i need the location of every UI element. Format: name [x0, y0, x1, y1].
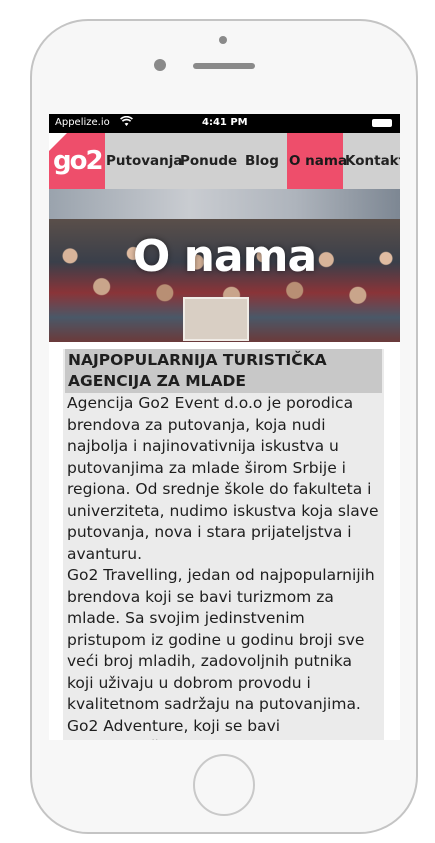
article-content: NAJPOPULARNIJA TURISTIČKA AGENCIJA ZA ML… [63, 349, 384, 740]
hero-title: O nama [132, 231, 317, 282]
article-heading: NAJPOPULARNIJA TURISTIČKA AGENCIJA ZA ML… [65, 349, 382, 393]
status-bar: Appelize.io 4:41 PM [49, 114, 400, 133]
front-camera [219, 36, 227, 44]
nav-item-ponude[interactable]: Ponude [180, 133, 237, 189]
article-paragraph: Go2 Travelling, jedan od najpopularnijih… [67, 566, 375, 713]
article-paragraph: Agencija Go2 Event d.o.o je porodica bre… [67, 394, 379, 563]
phone-screen: Appelize.io 4:41 PM go2 Putovanja Ponude… [49, 114, 400, 740]
logo-text: go2 [53, 146, 104, 176]
nav-item-kontakt[interactable]: Kontakt [345, 133, 400, 189]
nav-item-o-nama[interactable]: O nama [287, 133, 347, 189]
article-paragraph: Go2 Adventure, koji se bavi avanturistič… [67, 716, 370, 741]
proximity-sensor [154, 59, 166, 71]
home-button[interactable] [193, 754, 255, 816]
status-time: 4:41 PM [202, 117, 248, 128]
nav-item-blog[interactable]: Blog [245, 133, 279, 189]
wifi-icon [120, 115, 133, 130]
hero-photo-sign [183, 297, 249, 341]
carrier-label: Appelize.io [55, 117, 110, 128]
top-navigation: go2 Putovanja Ponude Blog O nama Kontakt [49, 133, 400, 189]
go2-logo[interactable]: go2 [49, 133, 105, 189]
battery-icon [372, 119, 392, 127]
earpiece-speaker [193, 63, 255, 69]
nav-item-putovanja[interactable]: Putovanja [106, 133, 183, 189]
hero-banner: O nama [49, 189, 400, 342]
